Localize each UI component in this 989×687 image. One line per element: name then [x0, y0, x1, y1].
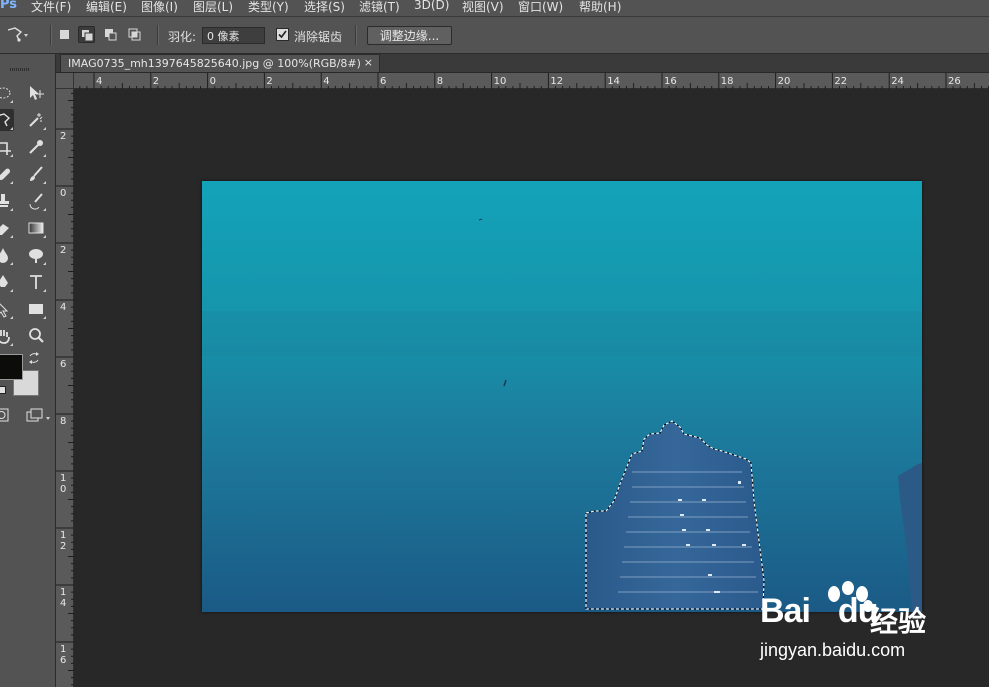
- tools-panel: [0, 54, 56, 687]
- menu-3d[interactable]: 3D(D): [414, 0, 449, 12]
- ruler-label: 0: [60, 484, 66, 495]
- ruler-label: 6: [380, 76, 386, 87]
- ruler-label: 2: [60, 131, 66, 142]
- zoom-tool-icon[interactable]: [25, 325, 47, 347]
- ruler-label: 24: [891, 76, 904, 87]
- intersect-selection-icon[interactable]: [126, 26, 143, 43]
- move-tool-icon[interactable]: [25, 82, 47, 104]
- menu-type[interactable]: 类型(Y): [248, 0, 289, 15]
- gradient-tool-icon[interactable]: [25, 217, 47, 239]
- rectangle-tool-icon[interactable]: [25, 298, 47, 320]
- ruler-label: 1: [60, 530, 66, 541]
- ruler-label: 1: [60, 473, 66, 484]
- crop-tool-icon[interactable]: [0, 136, 14, 158]
- healing-brush-tool-icon[interactable]: [0, 163, 14, 185]
- pen-tool-icon[interactable]: [0, 271, 14, 293]
- polygonal-lasso-tool-icon[interactable]: [6, 26, 28, 47]
- watermark-baidu-text: Bai du: [760, 592, 878, 630]
- ruler-label: 2: [60, 541, 66, 552]
- app-logo: Ps: [0, 0, 18, 12]
- ruler-label: 22: [834, 76, 847, 87]
- separator: [50, 25, 52, 45]
- default-colors-icon[interactable]: [0, 386, 6, 394]
- swap-colors-icon[interactable]: [28, 352, 40, 367]
- baidu-jingyan-watermark: Bai du 经验 jingyan.baidu.com: [760, 580, 989, 687]
- ruler-origin[interactable]: [56, 73, 74, 89]
- new-selection-icon[interactable]: [56, 26, 73, 43]
- document-image[interactable]: [202, 181, 922, 612]
- separator: [355, 25, 357, 45]
- refine-edge-button[interactable]: 调整边缘...: [367, 26, 452, 45]
- menu-select[interactable]: 选择(S): [304, 0, 345, 15]
- options-bar: 羽化: 消除锯齿 调整边缘...: [0, 17, 989, 54]
- panel-grip[interactable]: [10, 68, 30, 71]
- ruler-label: 18: [721, 76, 734, 87]
- ruler-label: 8: [437, 76, 443, 87]
- ruler-label: 0: [60, 188, 66, 199]
- menu-help[interactable]: 帮助(H): [579, 0, 621, 15]
- menu-edit[interactable]: 编辑(E): [86, 0, 127, 15]
- menu-bar: Ps 文件(F) 编辑(E) 图像(I) 图层(L) 类型(Y) 选择(S) 滤…: [0, 0, 989, 17]
- ruler-label: 4: [323, 76, 329, 87]
- ruler-label: 2: [266, 76, 272, 87]
- antialias-label: 消除锯齿: [294, 30, 343, 44]
- ruler-label: 6: [60, 655, 66, 666]
- ruler-label: 2: [60, 245, 66, 256]
- polygonal-lasso-tool-icon[interactable]: [0, 109, 14, 131]
- ruler-label: 8: [60, 416, 66, 427]
- ruler-label: 6: [60, 359, 66, 370]
- close-tab-icon[interactable]: ×: [364, 56, 373, 69]
- feather-label: 羽化:: [168, 30, 197, 44]
- watermark-url: jingyan.baidu.com: [760, 640, 906, 660]
- menu-file[interactable]: 文件(F): [31, 0, 71, 15]
- feather-input[interactable]: [202, 27, 265, 44]
- ruler-label: 0: [210, 76, 216, 87]
- subtract-from-selection-icon[interactable]: [102, 26, 119, 43]
- ruler-label: 26: [948, 76, 961, 87]
- ruler-label: 2: [153, 76, 159, 87]
- menu-layer[interactable]: 图层(L): [193, 0, 233, 15]
- vertical-ruler[interactable]: 20246810121416: [56, 89, 74, 687]
- ruler-label: 12: [550, 76, 563, 87]
- brush-tool-icon[interactable]: [25, 163, 47, 185]
- clone-stamp-tool-icon[interactable]: [0, 190, 14, 212]
- add-to-selection-icon[interactable]: [78, 26, 95, 43]
- ruler-label: 20: [778, 76, 791, 87]
- blur-tool-icon[interactable]: [0, 244, 14, 266]
- ruler-label: 4: [60, 598, 66, 609]
- antialias-checkbox[interactable]: [276, 28, 289, 41]
- menu-window[interactable]: 窗口(W): [518, 0, 563, 15]
- ruler-label: 14: [607, 76, 620, 87]
- type-tool-icon[interactable]: [25, 271, 47, 293]
- eyedropper-tool-icon[interactable]: [25, 136, 47, 158]
- ruler-label: 1: [60, 644, 66, 655]
- watermark-jingyan-text: 经验: [870, 605, 927, 638]
- ruler-label: 1: [60, 587, 66, 598]
- ruler-label: 16: [664, 76, 677, 87]
- magic-wand-tool-icon[interactable]: [25, 109, 47, 131]
- document-tab[interactable]: IMAG0735_mh1397645825640.jpg @ 100%(RGB/…: [60, 54, 380, 72]
- document-tab-title: IMAG0735_mh1397645825640.jpg @ 100%(RGB/…: [68, 57, 361, 70]
- document-tab-bar: IMAG0735_mh1397645825640.jpg @ 100%(RGB/…: [56, 54, 989, 72]
- menu-image[interactable]: 图像(I): [141, 0, 178, 15]
- path-selection-tool-icon[interactable]: [0, 298, 14, 320]
- ellipse-marquee-tool-icon[interactable]: [0, 82, 14, 104]
- ruler-label: 4: [60, 302, 66, 313]
- foreground-color-swatch[interactable]: [0, 354, 23, 380]
- ruler-label: 10: [494, 76, 507, 87]
- dodge-tool-icon[interactable]: [25, 244, 47, 266]
- hand-tool-icon[interactable]: [0, 325, 14, 347]
- ruler-label: 4: [96, 76, 102, 87]
- quick-mask-icon[interactable]: [0, 407, 10, 426]
- eraser-tool-icon[interactable]: [0, 217, 14, 239]
- screen-mode-icon[interactable]: [26, 407, 50, 426]
- history-brush-tool-icon[interactable]: [25, 190, 47, 212]
- menu-view[interactable]: 视图(V): [462, 0, 504, 15]
- separator: [157, 25, 159, 45]
- menu-filter[interactable]: 滤镜(T): [359, 0, 400, 15]
- horizontal-ruler[interactable]: 4 2 0 2 4 6 8 10 12 14 16 18 20 22 24 26: [74, 73, 989, 89]
